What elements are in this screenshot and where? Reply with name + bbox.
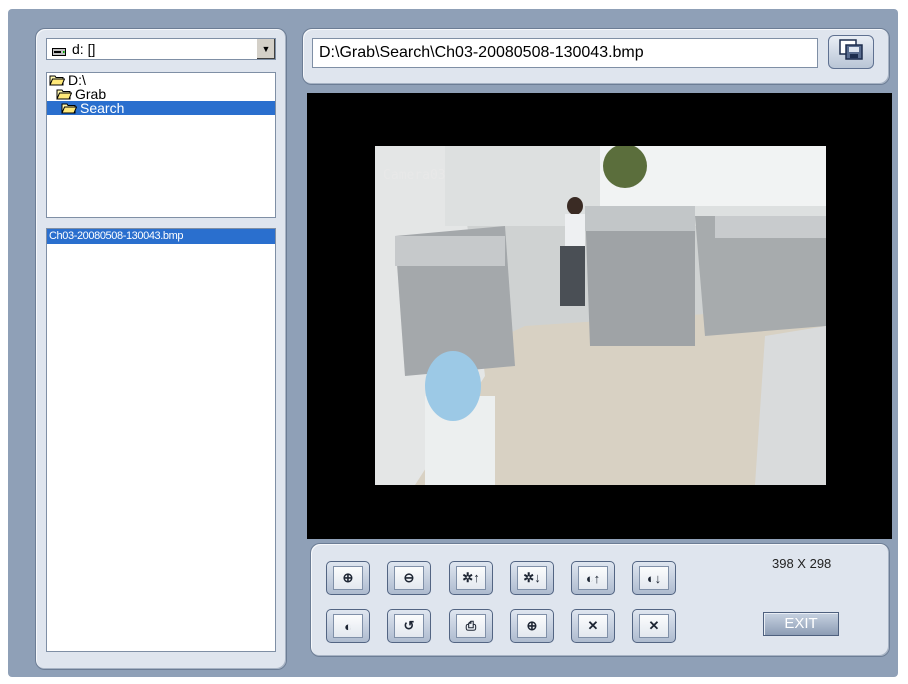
exit-button[interactable]: EXIT xyxy=(763,612,839,636)
file-list[interactable]: Ch03-20080508-130043.bmp xyxy=(46,228,276,652)
tree-item-d-root[interactable]: D:\ xyxy=(47,73,275,87)
magnify-button[interactable]: ⊕ xyxy=(510,609,554,643)
file-list-item[interactable]: Ch03-20080508-130043.bmp xyxy=(47,229,275,244)
save-copy-button[interactable] xyxy=(828,35,874,69)
contrast-down-icon: ◐↓ xyxy=(639,566,669,590)
contrast-icon: ◐ xyxy=(333,614,363,638)
delete-all-button[interactable]: ✕ xyxy=(632,609,676,643)
contrast-up-button[interactable]: ◐↑ xyxy=(571,561,615,595)
brightness-up-icon: ✲↑ xyxy=(456,566,486,590)
zoom-out-button[interactable]: ⊖ xyxy=(387,561,431,595)
reset-icon: ↺ xyxy=(394,614,424,638)
brightness-down-button[interactable]: ✲↓ xyxy=(510,561,554,595)
contrast-down-button[interactable]: ◐↓ xyxy=(632,561,676,595)
image-resolution: 398 X 298 xyxy=(772,556,832,571)
brightness-down-icon: ✲↓ xyxy=(517,566,547,590)
print-icon: ⎙ xyxy=(456,614,486,638)
drive-icon xyxy=(52,44,66,56)
folder-open-icon xyxy=(49,74,66,86)
drive-select[interactable]: d: [] ▼ xyxy=(46,38,276,60)
file-path-field[interactable]: D:\Grab\Search\Ch03-20080508-130043.bmp xyxy=(312,38,818,68)
contrast-button[interactable]: ◐ xyxy=(326,609,370,643)
tree-item-label: Grab xyxy=(75,86,107,102)
magnify-icon: ⊕ xyxy=(517,614,547,638)
folder-tree[interactable]: D:\ Grab Search xyxy=(46,72,276,218)
folder-open-icon xyxy=(61,102,78,114)
print-button[interactable]: ⎙ xyxy=(449,609,493,643)
folder-open-icon xyxy=(56,88,73,100)
tree-item-label: D:\ xyxy=(68,72,86,88)
chevron-down-icon[interactable]: ▼ xyxy=(256,39,275,59)
camera-snapshot-image xyxy=(375,146,826,485)
drive-select-value: d: [] xyxy=(72,41,96,57)
zoom-in-icon: ⊕ xyxy=(333,566,363,590)
camera-label: Camera03 xyxy=(383,168,446,183)
brightness-up-button[interactable]: ✲↑ xyxy=(449,561,493,595)
contrast-up-icon: ◐↑ xyxy=(578,566,608,590)
reset-button[interactable]: ↺ xyxy=(387,609,431,643)
tree-item-search[interactable]: Search xyxy=(47,101,275,115)
delete-icon: ✕ xyxy=(578,614,608,638)
save-copy-icon xyxy=(838,38,864,66)
zoom-out-icon: ⊖ xyxy=(394,566,424,590)
delete-all-icon: ✕ xyxy=(639,614,669,638)
zoom-in-button[interactable]: ⊕ xyxy=(326,561,370,595)
tree-item-label: Search xyxy=(80,100,125,116)
delete-button[interactable]: ✕ xyxy=(571,609,615,643)
tree-item-grab[interactable]: Grab xyxy=(47,87,275,101)
